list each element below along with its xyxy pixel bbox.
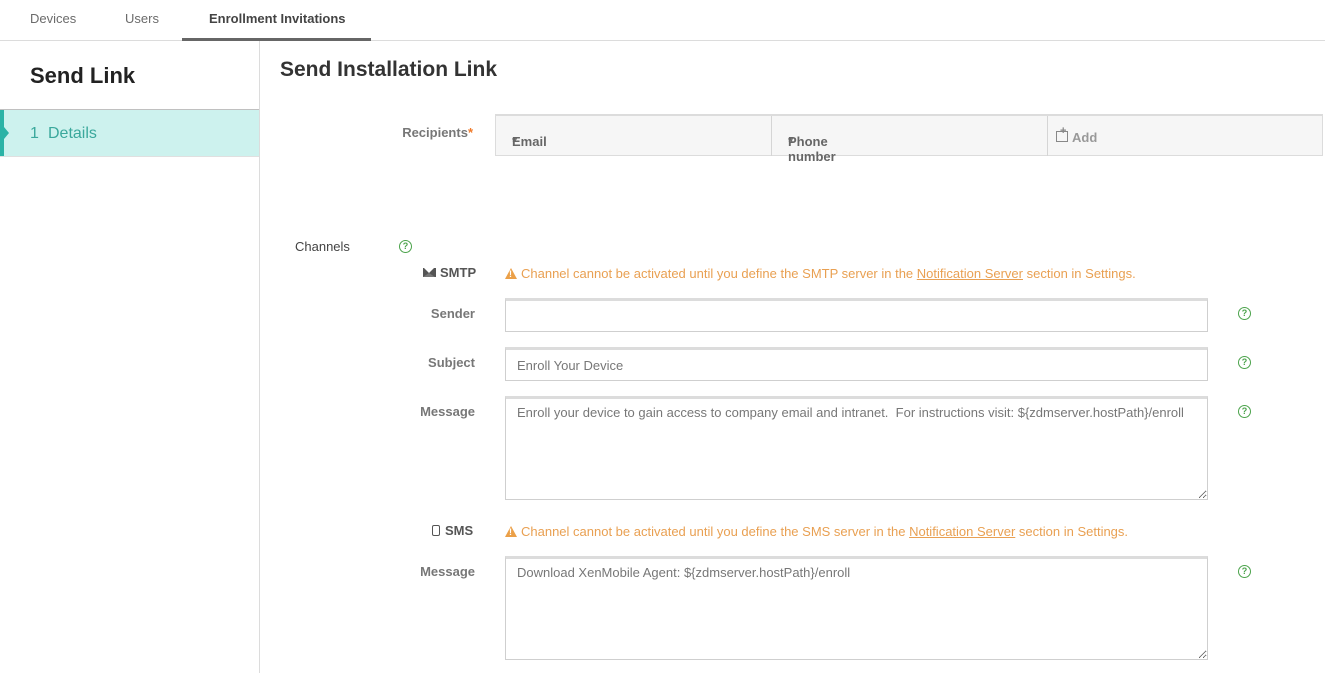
sms-heading: SMS: [432, 523, 473, 538]
add-icon: [1056, 125, 1068, 142]
sidebar: Send Link 1 Details: [0, 41, 260, 673]
warning-text: Channel cannot be activated until you de…: [521, 266, 917, 281]
sms-message-label: Message: [420, 564, 475, 579]
sender-label: Sender: [430, 306, 475, 321]
notification-server-link[interactable]: Notification Server: [909, 524, 1015, 539]
step-label: Details: [48, 125, 97, 142]
channels-help-icon[interactable]: ?: [399, 240, 412, 253]
warning-text-suffix: section in Settings.: [1023, 266, 1136, 281]
warning-icon: [505, 268, 517, 279]
add-label: Add: [1072, 130, 1098, 145]
required-mark: *: [467, 125, 473, 140]
sms-message-textarea[interactable]: Download XenMobile Agent: ${zdmserver.ho…: [505, 556, 1208, 660]
sender-input[interactable]: [505, 298, 1208, 332]
page-title: Send Installation Link: [280, 58, 498, 81]
subject-label: Subject: [428, 355, 475, 370]
column-header-phone: Phone number *: [772, 116, 1048, 164]
recipients-label-text: Recipients: [402, 125, 468, 140]
tab-devices[interactable]: Devices: [30, 11, 76, 26]
phone-icon: [432, 525, 440, 536]
warning-text: Channel cannot be activated until you de…: [521, 524, 910, 539]
tab-users[interactable]: Users: [125, 11, 159, 26]
sender-help-icon[interactable]: ?: [1238, 307, 1251, 320]
top-nav: Devices Users Enrollment Invitations: [0, 0, 1325, 41]
channels-label: Channels: [295, 239, 350, 254]
smtp-message-help-icon[interactable]: ?: [1238, 405, 1251, 418]
warning-icon: [505, 526, 517, 537]
sms-warning: Channel cannot be activated until you de…: [505, 524, 1128, 539]
required-mark: *: [788, 134, 794, 149]
sms-heading-text: SMS: [445, 523, 474, 538]
add-recipient-button[interactable]: Add: [1048, 116, 1323, 156]
email-header-text: Email: [512, 134, 547, 149]
tab-enrollment-invitations[interactable]: Enrollment Invitations: [209, 11, 346, 26]
subject-help-icon[interactable]: ?: [1238, 356, 1251, 369]
step-number: 1: [30, 125, 39, 142]
active-step-arrow-icon: [4, 127, 9, 139]
phone-header-text: Phone number: [788, 134, 836, 164]
column-header-email: Email *: [496, 116, 772, 156]
envelope-icon: [423, 268, 436, 277]
sidebar-title: Send Link: [30, 63, 136, 88]
smtp-warning: Channel cannot be activated until you de…: [505, 266, 1136, 281]
notification-server-link[interactable]: Notification Server: [917, 266, 1023, 281]
recipients-label: Recipients*: [380, 125, 473, 140]
smtp-message-label: Message: [420, 404, 475, 419]
required-mark: *: [512, 134, 518, 149]
smtp-heading: SMTP: [423, 265, 476, 280]
warning-text-suffix: section in Settings.: [1015, 524, 1129, 539]
sms-message-help-icon[interactable]: ?: [1238, 565, 1251, 578]
smtp-message-textarea[interactable]: Enroll your device to gain access to com…: [505, 396, 1208, 500]
smtp-heading-text: SMTP: [440, 265, 477, 280]
recipients-table: Email* Phone number* Add: [495, 114, 1323, 164]
subject-input[interactable]: [505, 347, 1208, 381]
sidebar-step-details[interactable]: 1 Details: [0, 109, 259, 157]
